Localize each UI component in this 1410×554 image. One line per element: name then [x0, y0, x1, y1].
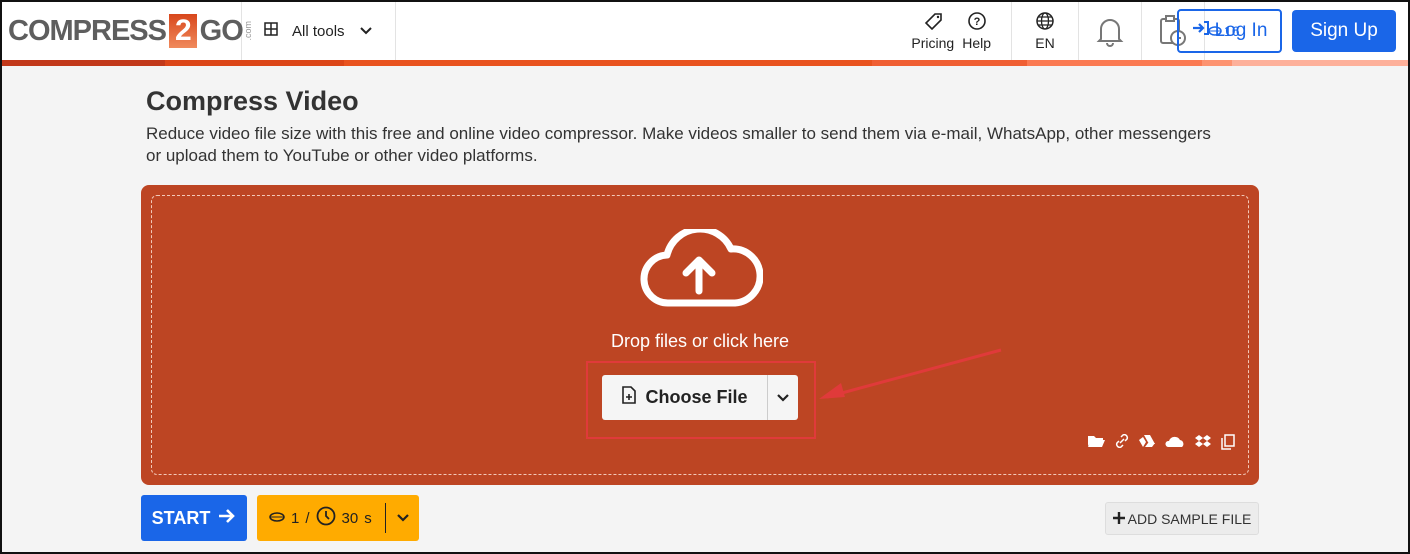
dropzone[interactable]: Drop files or click here Choose File — [141, 185, 1259, 485]
all-tools-label: All tools — [292, 22, 345, 40]
add-sample-file-button[interactable]: ADD SAMPLE FILE — [1105, 502, 1259, 535]
drop-text: Drop files or click here — [610, 331, 790, 351]
progress-strip — [2, 60, 1408, 66]
page-title: Compress Video — [146, 86, 359, 116]
page-description: Reduce video file size with this free an… — [146, 124, 1211, 165]
help-label: Help — [962, 34, 991, 51]
folder-icon[interactable] — [1087, 434, 1105, 455]
choose-file-main[interactable]: Choose File — [602, 375, 767, 420]
pricing-label: Pricing — [911, 34, 955, 51]
globe-icon — [1035, 11, 1055, 33]
all-tools-menu[interactable]: All tools — [242, 2, 396, 60]
login-button[interactable]: Log In — [1177, 9, 1282, 53]
help-icon: ? — [967, 11, 987, 33]
cloud-upload-icon — [639, 225, 764, 314]
source-icons — [1087, 433, 1235, 455]
credit-cost-info: 1 / 30 s — [257, 495, 385, 541]
logo[interactable]: COMPRESS 2 GO .com — [2, 2, 253, 60]
svg-text:?: ? — [973, 16, 980, 28]
annotation-arrow — [819, 348, 1002, 399]
logo-go: GO — [199, 14, 244, 47]
plus-icon — [1112, 511, 1125, 527]
signup-button[interactable]: Sign Up — [1292, 10, 1396, 52]
language-selector[interactable]: EN — [1012, 11, 1078, 51]
dropbox-icon[interactable] — [1195, 434, 1211, 455]
logo-text: COMPRESS — [8, 14, 167, 47]
login-icon — [1192, 20, 1210, 42]
tag-icon — [923, 12, 943, 33]
login-label: Log In — [1214, 20, 1268, 41]
grid-icon — [264, 22, 278, 40]
google-drive-icon[interactable] — [1139, 434, 1155, 455]
clipboard-copy-icon[interactable] — [1221, 434, 1235, 455]
credit-dropdown[interactable] — [385, 503, 419, 533]
onedrive-icon[interactable] — [1165, 434, 1185, 455]
add-sample-label: ADD SAMPLE FILE — [1127, 510, 1252, 527]
link-icon[interactable] — [1115, 433, 1129, 455]
coin-icon — [269, 510, 285, 527]
start-label: START — [151, 507, 211, 528]
logo-com: .com — [242, 21, 253, 41]
choose-file-label: Choose File — [645, 387, 748, 407]
bell-icon[interactable] — [1079, 15, 1141, 47]
choose-file-dropdown[interactable] — [767, 375, 798, 420]
logo-number: 2 — [168, 14, 197, 48]
credit-cost: 1 — [291, 509, 300, 527]
language-label: EN — [1035, 34, 1055, 51]
pricing-link[interactable]: Pricing — [911, 12, 954, 51]
credit-cost-button[interactable]: 1 / 30 s — [257, 495, 419, 541]
time-value: 30 — [341, 509, 359, 527]
clock-icon — [316, 506, 336, 530]
start-button[interactable]: START — [141, 495, 247, 541]
arrow-right-icon — [218, 508, 236, 529]
choose-file-button[interactable]: Choose File — [602, 375, 798, 420]
signup-label: Sign Up — [1310, 20, 1378, 41]
chevron-down-icon — [359, 23, 373, 40]
separator-slash: / — [305, 509, 310, 527]
help-link[interactable]: ? Help — [962, 11, 991, 51]
file-add-icon — [621, 386, 637, 409]
time-unit: s — [364, 509, 372, 527]
